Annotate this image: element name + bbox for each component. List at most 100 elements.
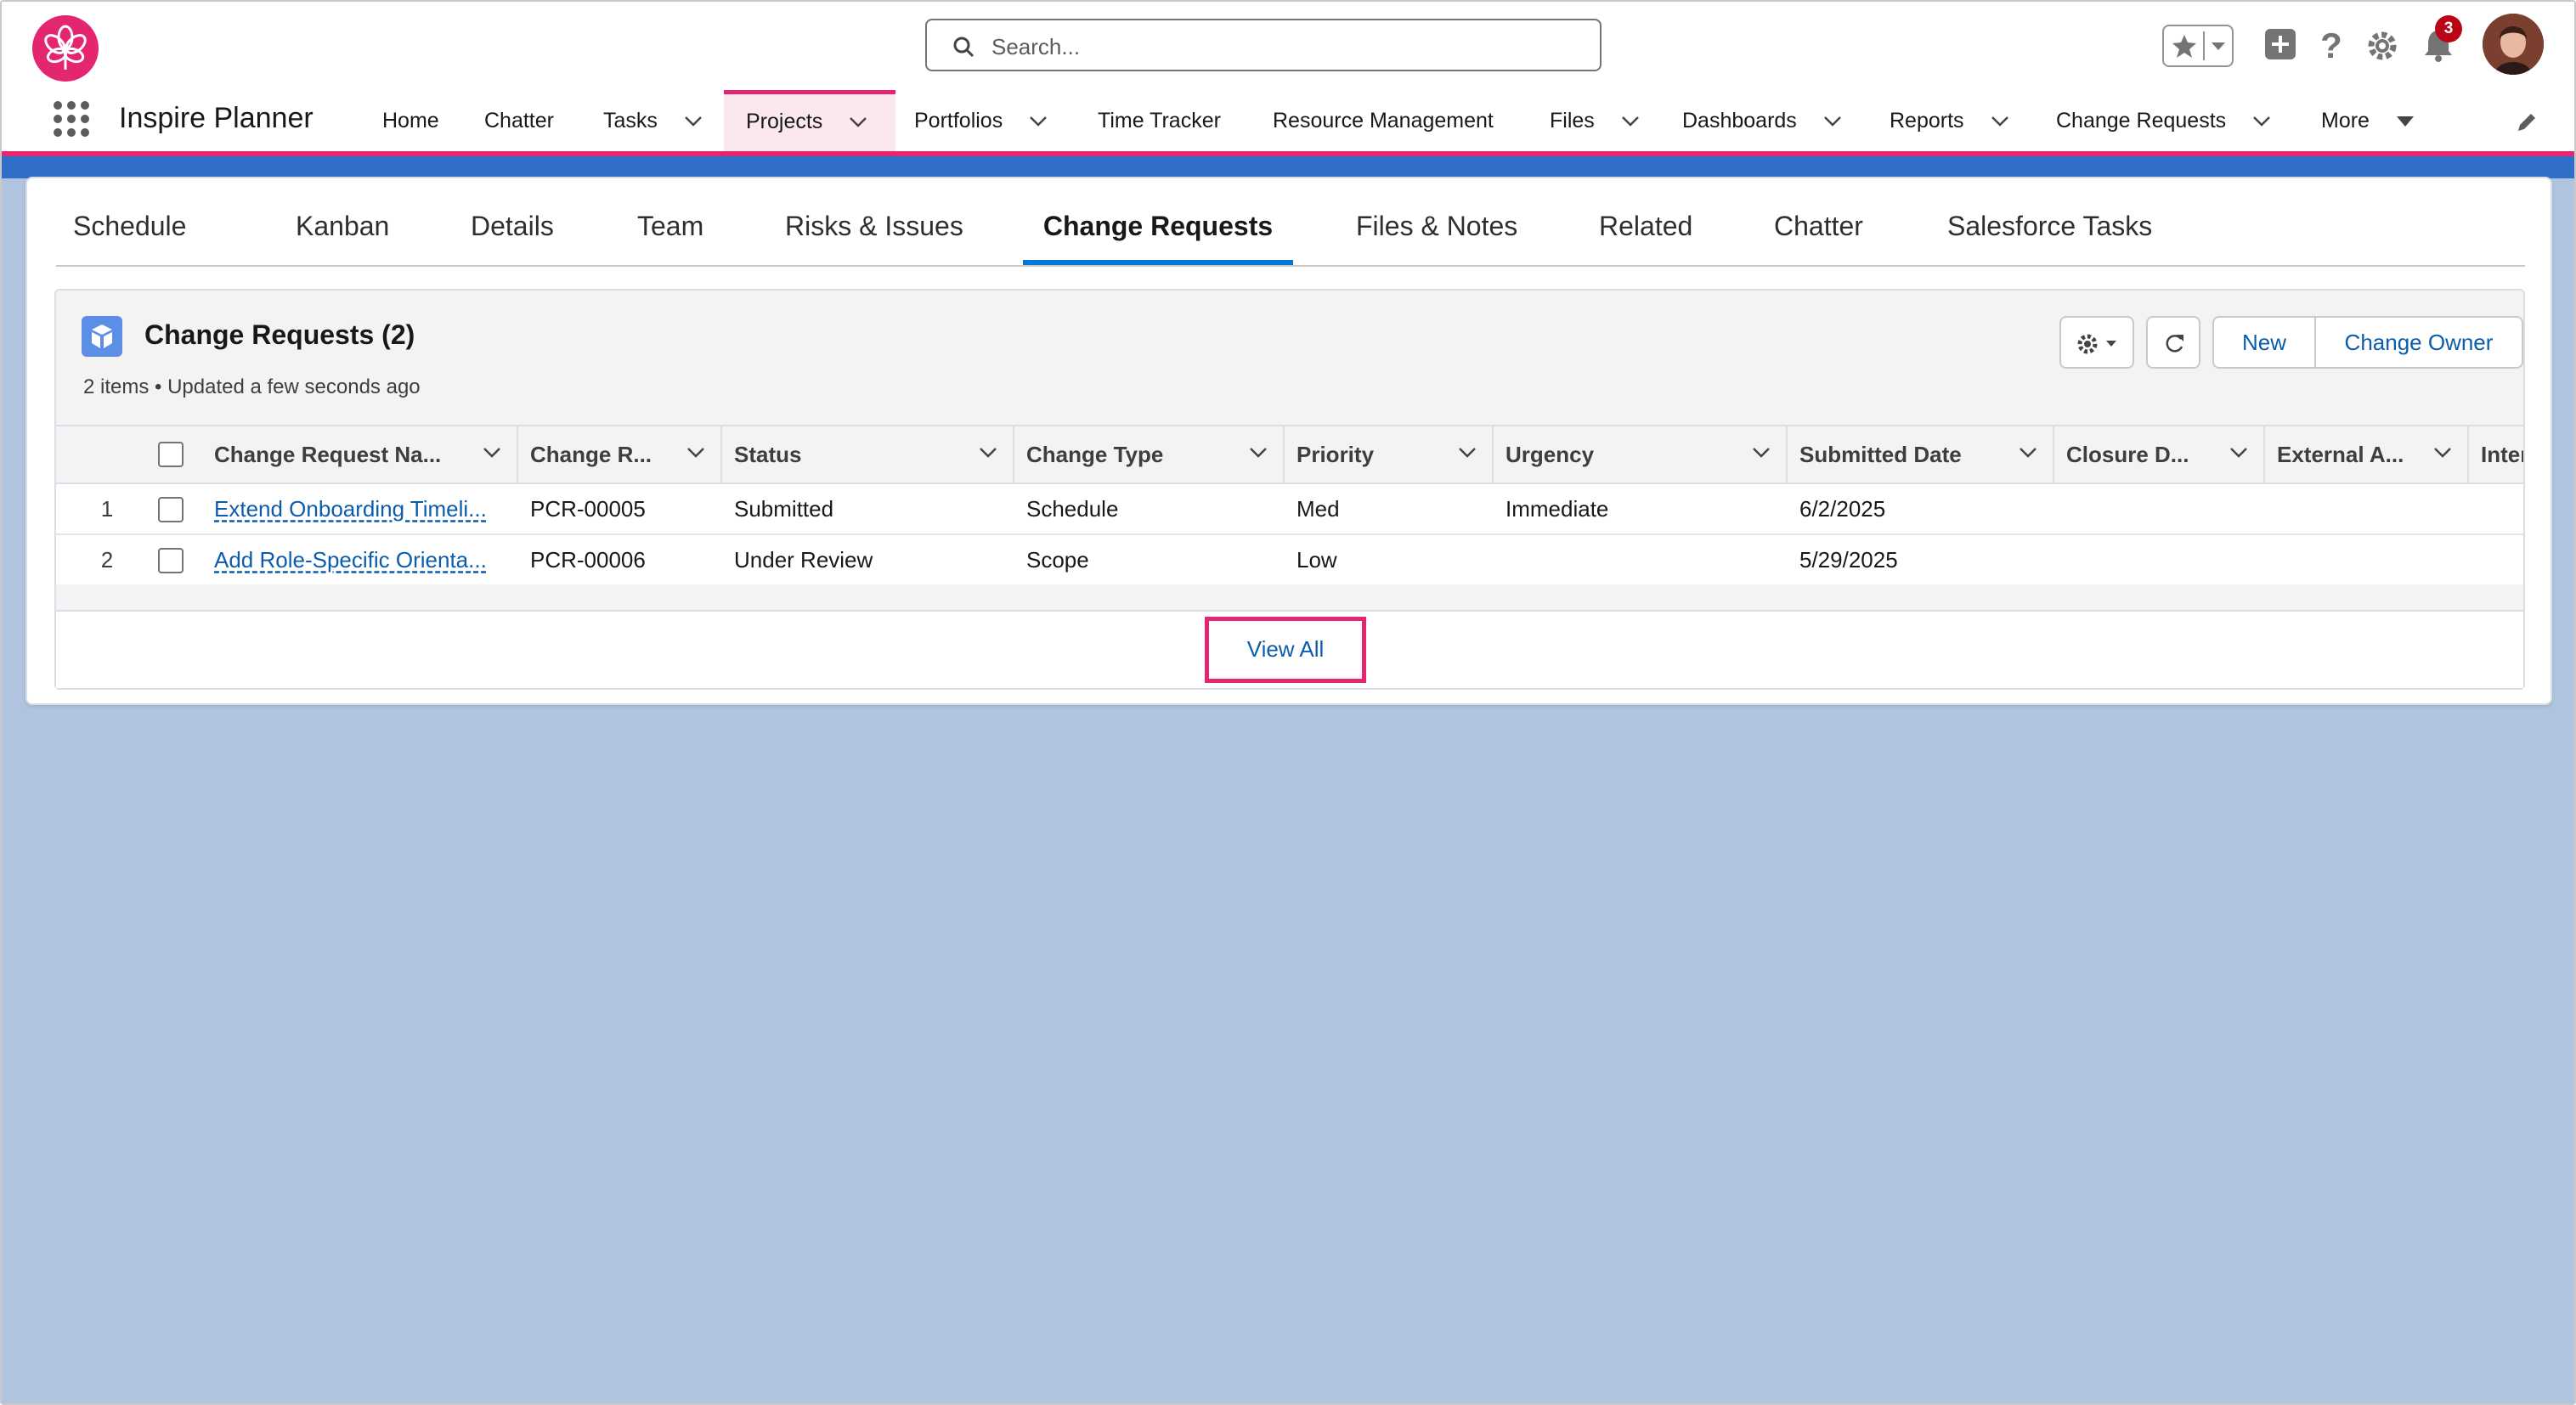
change-request-id: PCR-00006 [530, 547, 646, 573]
chevron-down-icon[interactable] [979, 447, 997, 459]
table-row: 2 Add Role-Specific Orienta... PCR-00006… [56, 535, 2523, 584]
caret-down-icon [2106, 341, 2116, 347]
new-button[interactable]: New [2212, 316, 2316, 369]
chevron-down-icon[interactable] [2252, 116, 2271, 127]
row-checkbox[interactable] [158, 497, 184, 522]
nav-change-requests[interactable]: Change Requests [2056, 90, 2271, 151]
column-header[interactable]: Status [722, 426, 1014, 482]
tab-kanban[interactable]: Kanban [296, 195, 389, 265]
column-header-label: Closure D... [2066, 442, 2189, 467]
nav-portfolios[interactable]: Portfolios [914, 90, 1048, 151]
global-search-input[interactable]: Search... [925, 19, 1602, 71]
column-header-label: Change Request Na... [214, 442, 442, 467]
table-header: Change Request Na... Change R... Status … [56, 425, 2523, 484]
global-actions-icon[interactable] [2262, 25, 2299, 65]
nav-dashboards[interactable]: Dashboards [1682, 90, 1842, 151]
nav-more[interactable]: More [2321, 90, 2415, 151]
column-header-label: External A... [2277, 442, 2404, 467]
app-launcher-icon[interactable] [53, 100, 90, 138]
column-header-label: Change R... [530, 442, 652, 467]
column-header-label: Intern [2481, 442, 2523, 467]
tab-change-requests[interactable]: Change Requests [1023, 195, 1293, 265]
app-logo[interactable] [32, 15, 99, 82]
nav-change-requests-label: Change Requests [2056, 109, 2227, 133]
chevron-down-icon[interactable] [1621, 116, 1640, 127]
nav-reports[interactable]: Reports [1890, 90, 2009, 151]
nav-resource-management[interactable]: Resource Management [1273, 90, 1494, 151]
select-all-checkbox[interactable] [158, 442, 184, 467]
tab-details[interactable]: Details [471, 195, 554, 265]
tab-related[interactable]: Related [1599, 195, 1692, 265]
chevron-down-icon[interactable] [1249, 447, 1268, 459]
list-settings-button[interactable] [2059, 316, 2134, 369]
tab-chatter[interactable]: Chatter [1774, 195, 1863, 265]
chevron-down-icon[interactable] [684, 116, 703, 127]
header-pattern-strip [2, 156, 2574, 178]
related-list-title[interactable]: Change Requests (2) [144, 319, 415, 351]
chevron-down-icon[interactable] [1991, 116, 2009, 127]
nav-time-tracker[interactable]: Time Tracker [1098, 90, 1221, 151]
change-owner-button[interactable]: Change Owner [2314, 316, 2523, 369]
column-header[interactable]: Submitted Date [1788, 426, 2054, 482]
cube-icon [82, 316, 122, 357]
nav-files-label: Files [1550, 109, 1595, 133]
nav-time-tracker-label: Time Tracker [1098, 109, 1221, 133]
nav-chatter[interactable]: Chatter [484, 90, 554, 151]
related-list-subtitle: 2 items • Updated a few seconds ago [83, 375, 421, 398]
nav-tasks[interactable]: Tasks [603, 90, 703, 151]
global-header: Search... ? 3 Inspire Planner Home Chatt… [2, 2, 2574, 151]
chevron-down-icon[interactable] [2019, 447, 2037, 459]
tab-schedule[interactable]: Schedule [73, 195, 186, 265]
column-header[interactable]: Change Type [1014, 426, 1285, 482]
column-header[interactable]: Change R... [518, 426, 722, 482]
chevron-down-icon[interactable] [2229, 447, 2248, 459]
chevron-down-icon[interactable] [686, 447, 705, 459]
setup-gear-icon[interactable] [2364, 25, 2401, 65]
nav-projects-label: Projects [746, 110, 823, 133]
chevron-down-icon[interactable] [1823, 116, 1842, 127]
chevron-down-icon[interactable] [1752, 447, 1771, 459]
chevron-down-icon[interactable] [849, 116, 867, 128]
row-checkbox[interactable] [158, 548, 184, 573]
nav-home[interactable]: Home [382, 90, 439, 151]
tab-salesforce-tasks[interactable]: Salesforce Tasks [1947, 195, 2152, 265]
tab-risks-issues[interactable]: Risks & Issues [785, 195, 963, 265]
change-request-name-link[interactable]: Add Role-Specific Orienta... [214, 535, 487, 584]
star-icon [2172, 35, 2196, 58]
edit-nav-pencil-icon[interactable] [2515, 110, 2539, 134]
help-icon[interactable]: ? [2313, 25, 2350, 65]
favorites-button[interactable] [2162, 25, 2234, 67]
notification-count-badge: 3 [2435, 15, 2462, 42]
change-request-name-link[interactable]: Extend Onboarding Timeli... [214, 484, 487, 533]
column-header[interactable]: Change Request Na... [202, 426, 518, 482]
column-header[interactable]: Intern [2469, 426, 2523, 482]
view-all-link[interactable]: View All [1205, 617, 1366, 683]
tab-files-notes[interactable]: Files & Notes [1356, 195, 1517, 265]
change-request-id: PCR-00005 [530, 496, 646, 522]
user-avatar[interactable] [2483, 14, 2544, 75]
column-header[interactable]: External A... [2265, 426, 2469, 482]
submitted-date-cell: 5/29/2025 [1799, 547, 1898, 573]
nav-chatter-label: Chatter [484, 109, 554, 133]
column-header[interactable]: Urgency [1494, 426, 1788, 482]
nav-files[interactable]: Files [1550, 90, 1640, 151]
nav-tasks-label: Tasks [603, 109, 658, 133]
search-placeholder: Search... [991, 34, 1081, 59]
chevron-down-icon[interactable] [483, 447, 501, 459]
submitted-date-cell: 6/2/2025 [1799, 496, 1886, 522]
column-header[interactable]: Priority [1285, 426, 1494, 482]
chevron-down-icon[interactable] [1029, 116, 1048, 127]
priority-cell: Low [1296, 547, 1337, 573]
caret-down-icon[interactable] [2396, 116, 2415, 127]
column-header-label: Priority [1296, 442, 1375, 467]
refresh-button[interactable] [2146, 316, 2200, 369]
nav-projects[interactable]: Projects [724, 90, 895, 151]
svg-text:?: ? [2320, 25, 2342, 65]
chevron-down-icon[interactable] [1458, 447, 1477, 459]
project-record-card: Schedule Kanban Details Team Risks & Iss… [25, 177, 2552, 705]
tab-team[interactable]: Team [637, 195, 703, 265]
status-cell: Submitted [734, 496, 834, 522]
search-icon [953, 37, 974, 58]
chevron-down-icon[interactable] [2433, 447, 2452, 459]
column-header[interactable]: Closure D... [2054, 426, 2265, 482]
